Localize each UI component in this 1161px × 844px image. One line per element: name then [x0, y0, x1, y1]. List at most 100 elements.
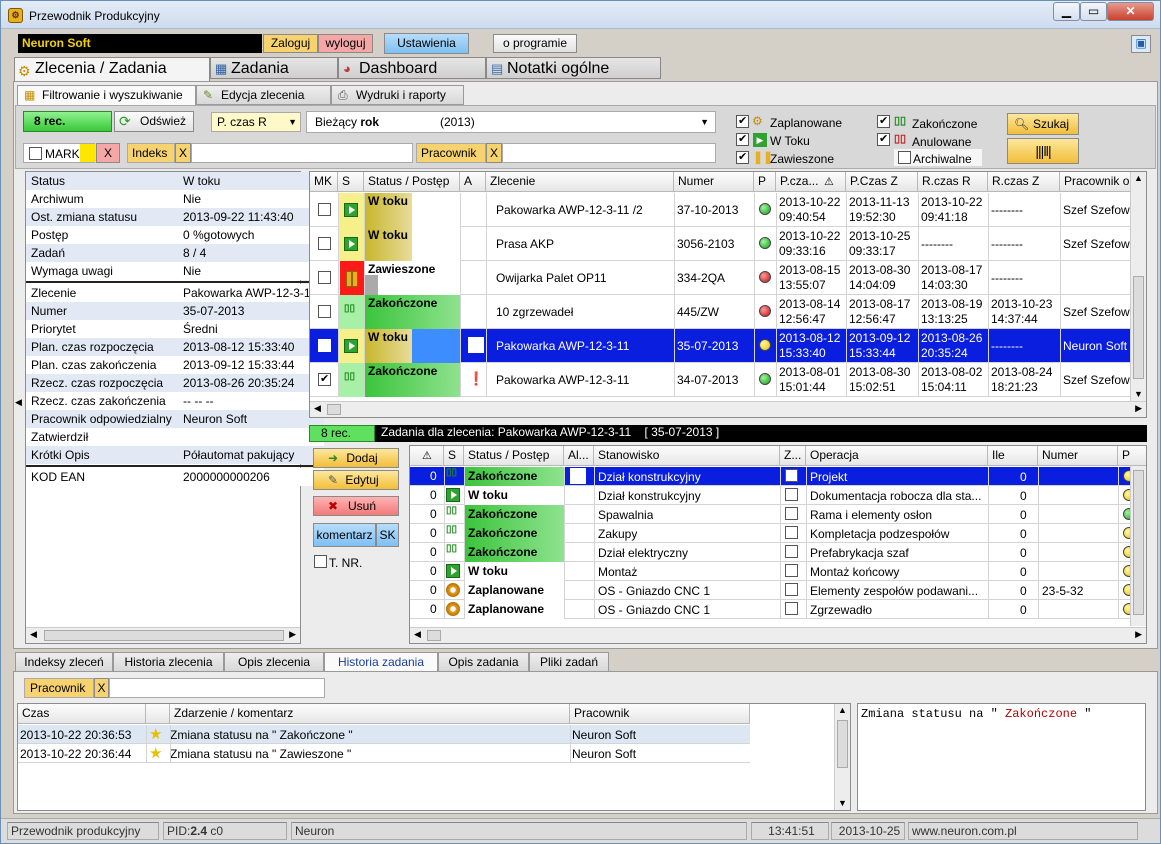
history-col-header[interactable]: Zdarzenie / komentarz: [170, 704, 570, 724]
order-row[interactable]: Zawieszone Owijarka Palet OP11 334-2QA 2013…: [310, 261, 1132, 295]
cancelled-checkbox[interactable]: [877, 132, 890, 146]
task-z-checkbox[interactable]: [785, 564, 798, 577]
history-row[interactable]: 2013-10-22 20:36:44 ★ Zmiana statusu na " …: [18, 744, 750, 763]
bottom-tab[interactable]: Opis zlecenia: [224, 652, 324, 672]
tab-wydruki[interactable]: ⎙ Wydruki i raporty: [331, 85, 464, 105]
task-z-checkbox[interactable]: [785, 545, 798, 558]
login-button[interactable]: Zaloguj: [263, 34, 318, 53]
orders-col-header[interactable]: S: [338, 172, 364, 192]
bottom-tab[interactable]: Indeksy zleceń: [15, 652, 113, 672]
about-button[interactable]: o programie: [493, 34, 577, 53]
task-z-checkbox[interactable]: [785, 602, 798, 615]
task-z-checkbox[interactable]: [785, 469, 798, 482]
tasks-hscrollbar[interactable]: ◀ ▶: [410, 627, 1146, 643]
planned-checkbox[interactable]: [736, 114, 749, 128]
orders-col-header[interactable]: A: [460, 172, 486, 192]
orders-col-header[interactable]: Zlecenie: [486, 172, 674, 192]
history-worker-input[interactable]: [109, 678, 325, 698]
task-row[interactable]: 0 W toku Montaż Montaż końcowy 0: [410, 562, 1135, 581]
tab-edycja[interactable]: ✎ Edycja zlecenia: [196, 85, 331, 105]
tasks-col-header[interactable]: Status / Postęp: [464, 446, 564, 466]
settings-button[interactable]: Ustawienia: [384, 33, 469, 54]
tasks-col-header[interactable]: P: [1118, 446, 1146, 466]
details-hscrollbar[interactable]: ◀ ▶: [26, 627, 300, 643]
scroll-right-icon[interactable]: ▶: [289, 629, 296, 640]
edit-button[interactable]: ✎ Edytuj: [313, 470, 399, 490]
scroll-thumb[interactable]: [427, 630, 441, 641]
minimize-button[interactable]: ▁: [1053, 2, 1080, 21]
bottom-tab[interactable]: Historia zadania: [324, 652, 438, 673]
barcode-button[interactable]: |||‖|: [1007, 138, 1079, 164]
scroll-down-icon[interactable]: ▼: [838, 798, 847, 808]
mark-filter[interactable]: MARK: [23, 143, 95, 163]
logout-button[interactable]: wyloguj: [318, 34, 373, 53]
scroll-thumb[interactable]: [1133, 276, 1144, 379]
index-clear-button[interactable]: X: [175, 143, 191, 163]
suspended-checkbox[interactable]: [736, 150, 749, 164]
orders-col-header[interactable]: P.cza...: [776, 172, 846, 192]
tasks-col-header[interactable]: S: [444, 446, 464, 466]
task-z-checkbox[interactable]: [785, 583, 798, 596]
tasks-col-header[interactable]: Ile: [988, 446, 1038, 466]
tasks-col-header[interactable]: Z...: [780, 446, 806, 466]
collapse-left-icon[interactable]: ◀: [15, 397, 23, 411]
task-row[interactable]: 0 Zaplanowane OS - Gniazdo CNC 1 Elementy z…: [410, 581, 1135, 600]
window-mode-icon[interactable]: ▣: [1131, 35, 1151, 53]
history-worker-clear[interactable]: X: [94, 678, 109, 698]
refresh-button[interactable]: ⟳ Odśwież: [114, 111, 194, 132]
tab-dashboard[interactable]: ◕ Dashboard: [338, 57, 486, 79]
orders-col-header[interactable]: R.czas Z: [988, 172, 1060, 192]
task-z-checkbox[interactable]: [785, 526, 798, 539]
orders-col-header[interactable]: Status / Postęp: [364, 172, 460, 192]
add-button[interactable]: ➜ Dodaj: [313, 448, 399, 468]
mark-checkbox[interactable]: [29, 147, 42, 160]
scroll-up-icon[interactable]: ▲: [838, 705, 847, 715]
bottom-tab[interactable]: Pliki zadań: [529, 652, 609, 672]
finished-checkbox[interactable]: [877, 114, 890, 128]
mark-clear-button[interactable]: X: [96, 143, 120, 163]
bottom-tab[interactable]: Historia zlecenia: [113, 652, 224, 672]
mk-checkbox[interactable]: [318, 203, 331, 216]
tab-zadania[interactable]: ▦ Zadania: [210, 57, 338, 79]
history-vscrollbar[interactable]: ▲ ▼: [834, 704, 850, 810]
orders-col-header[interactable]: P.Czas Z: [846, 172, 918, 192]
archived-checkbox[interactable]: [898, 151, 911, 164]
tasks-col-header[interactable]: Operacja: [806, 446, 988, 466]
task-row[interactable]: 0 ▯▯ Zakończone Zakupy Kompletacja podzespoł…: [410, 524, 1135, 543]
sk-button[interactable]: SK: [376, 523, 399, 547]
task-row[interactable]: 0 ▯▯ Zakończone Spawalnia Rama i elementy os…: [410, 505, 1135, 524]
delete-button[interactable]: ✖ Usuń: [313, 496, 399, 516]
scroll-thumb[interactable]: [327, 404, 341, 415]
orders-col-header[interactable]: MK: [310, 172, 338, 192]
order-row[interactable]: ▯▯▯▯Zakończone10 zgrzewadeł445/ZW2013-08…: [310, 295, 1132, 329]
scroll-left-icon[interactable]: ◀: [414, 629, 421, 640]
comment-button[interactable]: komentarz: [313, 523, 376, 547]
scroll-right-icon[interactable]: ▶: [1135, 403, 1142, 414]
order-row[interactable]: W toku Prasa AKP 3056-2103 2013-10-22 09:33…: [310, 227, 1132, 261]
task-row[interactable]: 0 ▯▯ Zakończone Dział konstrukcyjny Projekt 0: [410, 467, 1135, 486]
tasks-col-header[interactable]: Stanowisko: [594, 446, 780, 466]
orders-vscrollbar[interactable]: ▲ ▼: [1130, 172, 1146, 401]
worker-clear-button[interactable]: X: [486, 143, 502, 163]
tasks-vscrollbar[interactable]: [1130, 466, 1146, 626]
maximize-button[interactable]: ▭: [1080, 2, 1107, 21]
order-row[interactable]: W toku Pakowarka AWP-12-3-11 35-07-2013 201…: [310, 329, 1132, 363]
task-row[interactable]: 0 W toku Dział konstrukcyjny Dokumentacja r…: [410, 486, 1135, 505]
orders-col-header[interactable]: Numer: [674, 172, 754, 192]
history-row[interactable]: 2013-10-22 20:36:53 ★ Zmiana statusu na " …: [18, 725, 750, 744]
scroll-left-icon[interactable]: ◀: [30, 629, 37, 640]
tab-filtrowanie[interactable]: ▦ Filtrowanie i wyszukiwanie: [17, 85, 196, 105]
task-z-checkbox[interactable]: [785, 488, 798, 501]
history-col-header[interactable]: Pracownik: [570, 704, 750, 724]
tab-zlecenia-zadania[interactable]: ⚙ Zlecenia / Zadania: [14, 57, 210, 81]
scroll-thumb[interactable]: [44, 630, 284, 641]
mk-checkbox[interactable]: [318, 339, 331, 352]
history-col-header[interactable]: Czas: [18, 704, 146, 724]
tasks-col-header[interactable]: Al...: [564, 446, 594, 466]
orders-col-header[interactable]: P: [754, 172, 776, 192]
period-select[interactable]: Bieżący rok (2013) ▼: [306, 111, 716, 133]
task-row[interactable]: 0 Zaplanowane OS - Gniazdo CNC 1 Zgrzewadło…: [410, 600, 1135, 619]
order-row[interactable]: ▯▯▯▯Zakończone❗Pakowarka AWP-12-3-1134-0…: [310, 363, 1132, 397]
task-row[interactable]: 0 ▯▯ Zakończone Dział elektryczny Prefabryka…: [410, 543, 1135, 562]
mk-checkbox[interactable]: [318, 271, 331, 284]
